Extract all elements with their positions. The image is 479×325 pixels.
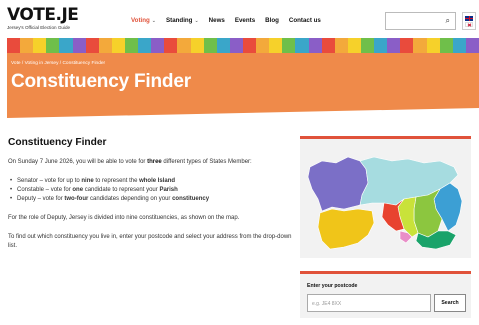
logo-tagline: Jersey's Official Election Guide bbox=[7, 25, 71, 30]
stripe-segment bbox=[20, 38, 34, 53]
stripe-segment bbox=[282, 38, 296, 53]
constituency-map bbox=[307, 156, 463, 250]
main-nav: Voting ⌄ Standing ⌄ News Events Blog Conta… bbox=[131, 17, 321, 24]
list-emphasis: nine bbox=[81, 178, 94, 184]
nav-item-events[interactable]: Events bbox=[235, 17, 255, 24]
stripe-segment bbox=[465, 38, 479, 53]
stripe-segment bbox=[85, 38, 99, 53]
stripe-segment bbox=[242, 38, 257, 53]
stripe-segment bbox=[203, 38, 217, 53]
nav-item-label: Voting bbox=[131, 17, 150, 24]
stripe-segment bbox=[138, 38, 152, 53]
chevron-down-icon: ⌄ bbox=[194, 18, 199, 24]
list-item: Deputy – vote for two-four candidates de… bbox=[8, 195, 293, 204]
stripe-segment bbox=[374, 38, 388, 53]
stripe-segment bbox=[347, 38, 361, 53]
jersey-flag-icon bbox=[465, 21, 473, 27]
map-region-west[interactable] bbox=[317, 208, 375, 250]
stripe-segment bbox=[111, 38, 125, 53]
stripe-segment bbox=[33, 38, 47, 53]
stripe-segment bbox=[46, 38, 60, 53]
site-header: VOTE.JE Jersey's Official Election Guide… bbox=[0, 0, 479, 38]
breadcrumb[interactable]: Vote / Voting in Jersey / Constituency F… bbox=[11, 61, 105, 66]
stripe-segment bbox=[308, 38, 322, 53]
list-emphasis: constituency bbox=[172, 196, 210, 202]
list-text: Deputy – vote for bbox=[17, 196, 65, 202]
site-logo[interactable]: VOTE.JE Jersey's Official Election Guide bbox=[7, 5, 79, 30]
constituency-map-panel bbox=[300, 136, 471, 258]
list-emphasis: Parish bbox=[159, 187, 178, 193]
member-types-list: Senator – vote for up to nine to represe… bbox=[8, 177, 293, 204]
stripe-segment bbox=[151, 38, 165, 53]
list-text: candidate to represent your bbox=[83, 187, 160, 193]
intro-paragraph: On Sunday 7 June 2026, you will be able … bbox=[8, 158, 293, 167]
list-item: Constable – vote for one candidate to re… bbox=[8, 186, 293, 195]
section-heading: Constituency Finder bbox=[8, 137, 107, 148]
stripe-segment bbox=[321, 38, 335, 53]
stripe-segment bbox=[387, 38, 401, 53]
uk-flag-icon bbox=[465, 15, 473, 21]
deputy-paragraph: For the role of Deputy, Jersey is divide… bbox=[8, 215, 240, 221]
stripe-segment bbox=[360, 38, 375, 53]
stripe-segment bbox=[413, 38, 427, 53]
stripe-segment bbox=[190, 38, 204, 53]
page-title: Constituency Finder bbox=[11, 71, 191, 92]
list-text: Senator – vote for up to bbox=[17, 178, 82, 184]
header-search-input[interactable]: ⌕ bbox=[385, 12, 456, 30]
stripe-segment bbox=[334, 38, 348, 53]
stripe-segment bbox=[164, 38, 178, 53]
logo-text: VOTE.JE bbox=[7, 5, 79, 25]
nav-item-news[interactable]: News bbox=[209, 17, 225, 24]
stripe-segment bbox=[124, 38, 139, 53]
intro-text: different types of States Member: bbox=[161, 159, 252, 165]
instructions-paragraph: To find out which constituency you live … bbox=[8, 234, 292, 249]
intro-text: On Sunday 7 June 2026, you will be able … bbox=[8, 159, 148, 165]
postcode-search-panel: Enter your postcode e.g. JE4 8XX Search bbox=[300, 271, 471, 318]
stripe-segment bbox=[426, 38, 440, 53]
stripe-segment bbox=[216, 38, 230, 53]
list-item: Senator – vote for up to nine to represe… bbox=[8, 177, 293, 186]
list-text: candidates depending on your bbox=[88, 196, 173, 202]
stripe-segment bbox=[439, 38, 453, 53]
stripe-segment bbox=[452, 38, 466, 53]
intro-emphasis: three bbox=[147, 159, 162, 165]
list-emphasis: two-four bbox=[64, 196, 89, 202]
nav-item-contact-us[interactable]: Contact us bbox=[289, 17, 321, 24]
stripe-segment bbox=[7, 38, 21, 53]
main-content: Constituency Finder On Sunday 7 June 202… bbox=[8, 137, 293, 251]
map-region-north-west[interactable] bbox=[307, 156, 369, 212]
postcode-input[interactable]: e.g. JE4 8XX bbox=[307, 294, 431, 312]
stripe-segment bbox=[59, 38, 73, 53]
chevron-down-icon: ⌄ bbox=[151, 18, 156, 24]
nav-item-voting[interactable]: Voting ⌄ bbox=[131, 17, 156, 24]
stripe-segment bbox=[72, 38, 86, 53]
stripe-segment bbox=[400, 38, 414, 53]
list-text: Constable – vote for bbox=[17, 187, 73, 193]
stripe-segment bbox=[269, 38, 283, 53]
search-icon[interactable]: ⌕ bbox=[446, 16, 450, 26]
postcode-label: Enter your postcode bbox=[307, 283, 358, 289]
list-emphasis: one bbox=[72, 187, 84, 193]
search-button[interactable]: Search bbox=[434, 294, 466, 312]
stripe-segment bbox=[98, 38, 112, 53]
stripe-segment bbox=[229, 38, 243, 53]
nav-item-standing[interactable]: Standing ⌄ bbox=[166, 17, 199, 24]
page-hero: Vote / Voting in Jersey / Constituency F… bbox=[7, 53, 479, 118]
stripe-segment bbox=[177, 38, 191, 53]
stripe-segment bbox=[256, 38, 270, 53]
list-emphasis: whole Island bbox=[139, 178, 176, 184]
list-text: to represent the bbox=[93, 178, 140, 184]
nav-item-blog[interactable]: Blog bbox=[265, 17, 279, 24]
language-switcher[interactable] bbox=[462, 12, 476, 30]
stripe-segment bbox=[295, 38, 309, 53]
decorative-colour-stripe bbox=[7, 38, 479, 53]
nav-item-label: Standing bbox=[166, 17, 193, 24]
